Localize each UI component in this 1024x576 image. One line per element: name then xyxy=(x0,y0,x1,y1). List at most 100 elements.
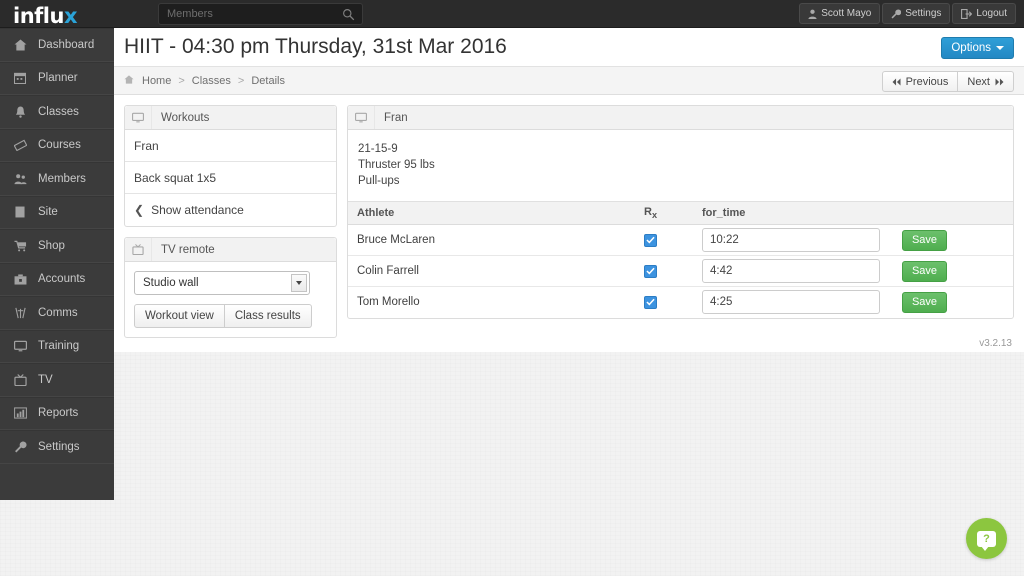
page-icon xyxy=(13,206,27,218)
brand-accent: x xyxy=(63,4,78,28)
sidebar-item-classes[interactable]: Classes xyxy=(0,95,114,129)
previous-label: Previous xyxy=(905,75,949,88)
rx-cell xyxy=(635,224,693,256)
previous-button[interactable]: Previous xyxy=(881,71,959,92)
save-button[interactable]: Save xyxy=(902,229,947,251)
sidebar-item-planner[interactable]: Planner xyxy=(0,61,114,95)
athlete-name: Tom Morello xyxy=(357,296,420,309)
sidebar-item-members[interactable]: Members xyxy=(0,162,114,196)
logout-label: Logout xyxy=(976,8,1007,19)
sidebar-item-shop[interactable]: Shop xyxy=(0,229,114,263)
table-header-row: Athlete Rx for_time xyxy=(348,201,1013,225)
sidebar-item-label: Accounts xyxy=(38,273,86,286)
score-input[interactable] xyxy=(702,259,880,283)
sidebar-item-label: Courses xyxy=(38,139,81,152)
people-icon xyxy=(13,173,27,185)
workout-list-item[interactable]: Back squat 1x5 xyxy=(125,162,336,194)
rx-cell xyxy=(635,287,693,318)
tv-remote-body: Studio wall Workout view Class results xyxy=(125,262,336,337)
user-menu-button[interactable]: Scott Mayo xyxy=(799,3,881,24)
breadcrumb-home[interactable]: Home xyxy=(142,75,171,87)
show-attendance-link[interactable]: ❮ Show attendance xyxy=(125,194,336,226)
show-attendance-label: Show attendance xyxy=(151,203,244,217)
athletes-table: Athlete Rx for_time Bruce McLaren 10:22 … xyxy=(348,201,1013,318)
sidebar-item-reports[interactable]: Reports xyxy=(0,396,114,430)
athlete-name: Colin Farrell xyxy=(348,255,635,287)
score-input[interactable] xyxy=(702,290,880,315)
score-input[interactable] xyxy=(702,228,880,252)
left-column: Workouts Fran Back squat 1x5 ❮ Show atte… xyxy=(124,105,337,338)
settings-button[interactable]: Settings xyxy=(882,3,951,24)
chevron-left-icon: ❮ xyxy=(134,203,145,217)
column-rx-sub: x xyxy=(651,210,658,221)
workout-view-button[interactable]: Workout view xyxy=(134,304,225,328)
sidebar-item-settings[interactable]: Settings xyxy=(0,430,114,464)
sidebar-item-label: TV xyxy=(38,373,53,386)
search-icon xyxy=(343,9,355,21)
workouts-panel: Workouts Fran Back squat 1x5 ❮ Show atte… xyxy=(124,105,337,227)
action-cell: Save xyxy=(893,287,1013,318)
table-row: Bruce McLaren Save xyxy=(348,224,1013,256)
search-input[interactable] xyxy=(167,4,337,24)
settings-label: Settings xyxy=(905,8,942,19)
calendar-icon xyxy=(13,72,27,85)
top-nav: Scott Mayo Settings Logout xyxy=(799,3,1016,24)
save-button[interactable]: Save xyxy=(902,291,947,313)
global-search[interactable] xyxy=(158,3,363,25)
sidebar-item-label: Members xyxy=(38,172,86,185)
action-cell: Save xyxy=(893,255,1013,287)
version-label: v3.2.13 xyxy=(979,338,1012,349)
class-results-button[interactable]: Class results xyxy=(224,304,312,328)
workouts-panel-header: Workouts xyxy=(125,106,336,130)
table-row: Colin Farrell Save xyxy=(348,255,1013,287)
workout-list-item[interactable]: Fran xyxy=(125,130,336,162)
pager: Previous Next xyxy=(881,71,1014,92)
sidebar-item-comms[interactable]: Comms xyxy=(0,296,114,330)
workout-description-line: 21-15-9 xyxy=(358,143,398,155)
ticket-icon xyxy=(13,139,27,152)
sidebar-item-label: Dashboard xyxy=(38,38,95,51)
breadcrumb-classes[interactable]: Classes xyxy=(192,75,231,87)
chart-icon xyxy=(13,407,27,419)
next-button[interactable]: Next xyxy=(958,71,1014,92)
sidebar-item-training[interactable]: Training xyxy=(0,329,114,363)
chevron-down-icon[interactable] xyxy=(291,274,307,292)
broadcast-icon xyxy=(13,307,27,319)
workouts-panel-title: Workouts xyxy=(161,111,210,124)
brand-logo[interactable]: influx xyxy=(13,4,77,28)
column-rx-label: R xyxy=(644,205,652,218)
score-cell xyxy=(693,255,893,287)
rx-checkbox[interactable] xyxy=(644,295,657,309)
breadcrumb-separator: > xyxy=(237,75,245,87)
check-icon xyxy=(646,267,655,275)
sidebar-item-site[interactable]: Site xyxy=(0,195,114,229)
save-button[interactable]: Save xyxy=(902,260,947,282)
sidebar-item-label: Reports xyxy=(38,407,79,420)
sidebar-item-dashboard[interactable]: Dashboard xyxy=(0,28,114,62)
rx-checkbox[interactable] xyxy=(644,233,657,247)
monitor-icon xyxy=(348,106,375,129)
workout-detail-panel: Fran 21-15-9 Thruster 95 lbs Pull-ups At… xyxy=(347,105,1014,319)
workout-description: 21-15-9 Thruster 95 lbs Pull-ups xyxy=(348,130,1013,201)
help-button[interactable]: ? xyxy=(966,518,1007,559)
tv-screen-select[interactable]: Studio wall xyxy=(134,271,310,295)
tv-remote-panel: TV remote Studio wall Workout view Class… xyxy=(124,237,337,338)
workout-description-line: Thruster 95 lbs xyxy=(358,159,435,171)
logout-button[interactable]: Logout xyxy=(952,3,1016,24)
tv-remote-panel-header: TV remote xyxy=(125,238,336,262)
class-results-label: Class results xyxy=(234,310,301,322)
rx-checkbox[interactable] xyxy=(644,264,657,278)
options-button[interactable]: Options xyxy=(941,37,1014,59)
sidebar-item-accounts[interactable]: Accounts xyxy=(0,262,114,296)
sidebar-item-label: Training xyxy=(38,340,80,353)
tv-remote-buttons: Workout view Class results xyxy=(134,304,327,328)
sidebar-item-tv[interactable]: TV xyxy=(0,363,114,397)
wrench-icon xyxy=(891,8,902,18)
column-rx: Rx xyxy=(635,201,693,225)
check-icon xyxy=(646,298,655,306)
sidebar-item-label: Planner xyxy=(38,72,78,85)
sidebar-item-label: Site xyxy=(38,206,58,219)
table-row: Tom Morello Save xyxy=(348,287,1013,318)
app-root: influx Scott Mayo Settings xyxy=(0,0,1024,576)
sidebar-item-courses[interactable]: Courses xyxy=(0,128,114,162)
